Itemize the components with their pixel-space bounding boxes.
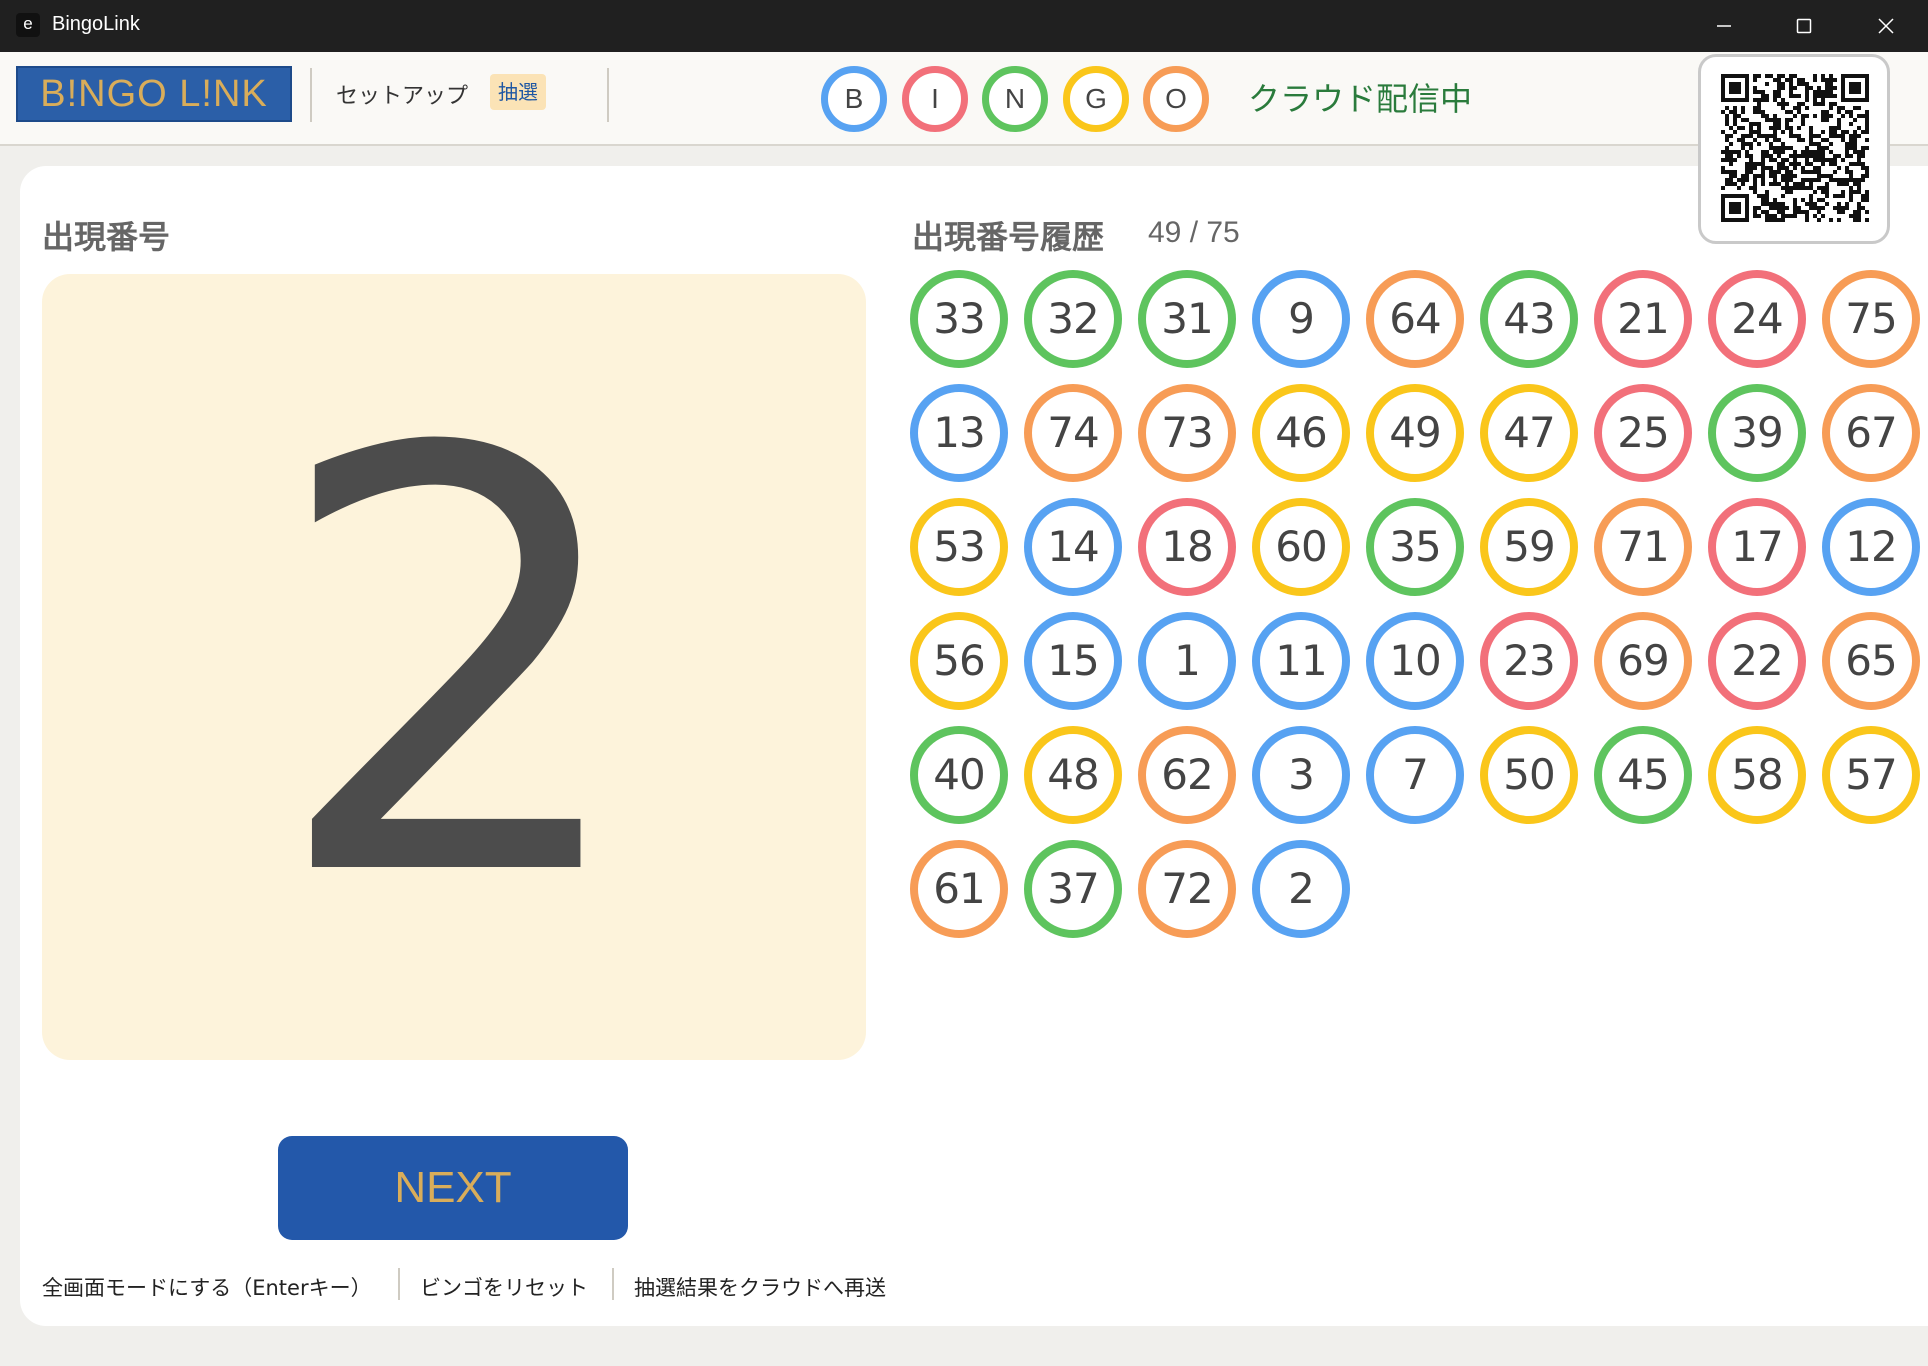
history-ball: 57 [1822,726,1920,824]
app-header: B!NGO L!NK セットアップ 抽選 B I N G O クラウド配信中 [0,52,1928,146]
history-ball: 48 [1024,726,1122,824]
history-ball: 9 [1252,270,1350,368]
history-ball: 67 [1822,384,1920,482]
reset-bingo-link[interactable]: ビンゴをリセット [420,1272,588,1302]
footer-divider [398,1268,400,1300]
history-ball: 43 [1480,270,1578,368]
history-ball: 46 [1252,384,1350,482]
history-ball: 35 [1366,498,1464,596]
close-icon [1878,18,1894,34]
history-ball: 45 [1594,726,1692,824]
history-ball: 69 [1594,612,1692,710]
history-ball: 1 [1138,612,1236,710]
bingo-letter-b: B [821,66,887,132]
header-divider [310,68,312,122]
title-bar: e BingoLink [0,0,1928,52]
history-ball: 61 [910,840,1008,938]
history-ball: 24 [1708,270,1806,368]
history-ball: 18 [1138,498,1236,596]
history-ball: 17 [1708,498,1806,596]
history-ball: 62 [1138,726,1236,824]
resend-cloud-link[interactable]: 抽選結果をクラウドへ再送 [634,1272,886,1302]
maximize-icon [1796,18,1812,34]
current-number-card: 2 [42,274,866,1060]
history-ball: 15 [1024,612,1122,710]
current-number-title: 出現番号 [42,218,171,256]
bingo-letter-g: G [1063,66,1129,132]
minimize-icon [1717,25,1731,27]
history-ball: 22 [1708,612,1806,710]
history-ball: 33 [910,270,1008,368]
history-ball: 50 [1480,726,1578,824]
history-ball: 75 [1822,270,1920,368]
history-ball: 65 [1822,612,1920,710]
history-ball: 25 [1594,384,1692,482]
qr-code [1698,54,1890,244]
history-ball: 13 [910,384,1008,482]
history-ball: 72 [1138,840,1236,938]
cloud-status: クラウド配信中 [1248,80,1473,118]
history-ball: 10 [1366,612,1464,710]
bingo-letter-o: O [1143,66,1209,132]
footer-divider [612,1268,614,1300]
history-ball: 47 [1480,384,1578,482]
history-ball: 40 [910,726,1008,824]
history-ball: 11 [1252,612,1350,710]
history-ball: 49 [1366,384,1464,482]
history-ball: 64 [1366,270,1464,368]
history-ball: 12 [1822,498,1920,596]
history-ball: 73 [1138,384,1236,482]
history-ball: 14 [1024,498,1122,596]
history-ball: 71 [1594,498,1692,596]
header-divider [607,68,609,122]
bingo-link-logo: B!NGO L!NK [16,66,292,122]
history-ball: 60 [1252,498,1350,596]
history-ball: 31 [1138,270,1236,368]
history-ball: 74 [1024,384,1122,482]
history-ball: 2 [1252,840,1350,938]
maximize-button[interactable] [1764,0,1844,52]
close-button[interactable] [1846,0,1926,52]
qr-code-image [1721,74,1869,222]
bingo-letter-i: I [902,66,968,132]
window-bottom-edge [0,1348,1928,1366]
nav-setup[interactable]: セットアップ [336,78,468,110]
minimize-button[interactable] [1684,0,1764,52]
current-number: 2 [269,329,639,1004]
history-ball: 53 [910,498,1008,596]
window-title: BingoLink [52,13,140,35]
history-ball: 37 [1024,840,1122,938]
history-ball: 21 [1594,270,1692,368]
history-ball: 3 [1252,726,1350,824]
next-button[interactable]: NEXT [278,1136,628,1240]
bingo-letter-n: N [982,66,1048,132]
history-ball: 59 [1480,498,1578,596]
history-count: 49 / 75 [1148,216,1240,249]
app-icon: e [16,13,40,37]
history-ball: 23 [1480,612,1578,710]
nav-draw[interactable]: 抽選 [490,74,546,110]
history-title: 出現番号履歴 [912,218,1105,256]
history-ball: 32 [1024,270,1122,368]
history-ball: 58 [1708,726,1806,824]
history-ball: 56 [910,612,1008,710]
fullscreen-link[interactable]: 全画面モードにする（Enterキー） [42,1272,372,1302]
history-grid: 33 32 31 9 64 43 21 24 75 13 74 73 46 49 47 25 39 67 53 14 1… [910,270,1920,970]
history-ball: 39 [1708,384,1806,482]
history-ball: 7 [1366,726,1464,824]
